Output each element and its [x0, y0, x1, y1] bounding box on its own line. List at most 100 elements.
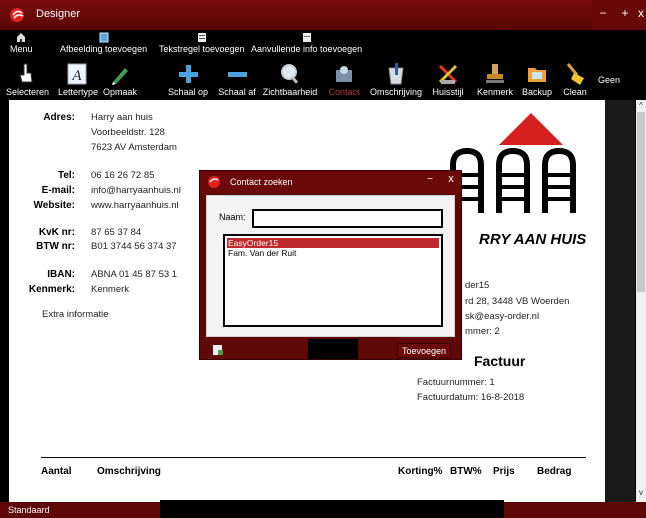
dialog-minimize-button[interactable]: −: [422, 174, 438, 190]
menu-button[interactable]: Menu: [10, 32, 33, 54]
scale-up-label: Schaal op: [167, 87, 209, 97]
tel-value: 06 16 26 72 85: [91, 170, 155, 181]
title-bar: Designer − + x: [0, 0, 646, 30]
kvk-label: KvK nr:: [38, 227, 75, 238]
add-text-line-button[interactable]: Tekstregel toevoegen: [159, 32, 245, 54]
add-image-button[interactable]: Afbeelding toevoegen: [60, 32, 147, 54]
broom-icon: [566, 63, 584, 85]
format-tool[interactable]: Opmaak: [100, 60, 140, 100]
iban-label: IBAN:: [47, 269, 75, 280]
stamp-icon: [486, 64, 504, 83]
header-korting: Korting%: [398, 466, 443, 477]
font-tool[interactable]: A Lettertype: [58, 60, 99, 100]
cup-icon: [388, 63, 404, 85]
clean-tool[interactable]: Clean: [560, 60, 590, 100]
menu-bar: Menu Afbeelding toevoegen Tekstregel toe…: [0, 30, 646, 60]
address-line-3: 7623 AV Amsterdam: [91, 142, 177, 153]
clean-label: Clean: [563, 87, 587, 97]
invoice-number: Factuurnummer: 1: [417, 377, 495, 388]
description-tool[interactable]: Omschrijving: [370, 60, 422, 100]
scale-up-tool[interactable]: Schaal op: [166, 60, 210, 100]
add-contact-icon[interactable]: [212, 344, 224, 356]
recipient-line-1: der15: [465, 280, 490, 291]
scroll-thumb[interactable]: [637, 112, 645, 292]
select-tool-label: Selecteren: [6, 87, 50, 97]
close-button[interactable]: x: [636, 0, 646, 30]
toolbar: Selecteren A Lettertype Opmaak Schaal op…: [0, 60, 646, 100]
contact-label: Contact: [328, 87, 360, 97]
app-logo-icon: [10, 8, 24, 22]
reference-label: Kenmerk: [476, 87, 513, 97]
minus-icon: [228, 72, 247, 77]
email-value: info@harryaanhuis.nl: [91, 185, 181, 196]
iban-value: ABNA 01 45 87 53 1: [91, 269, 178, 280]
hand-pointer-icon: [19, 63, 33, 83]
style-label: Huisstijl: [432, 87, 464, 97]
contact-icon: [336, 66, 352, 82]
scroll-up-icon[interactable]: ^: [636, 101, 646, 110]
recipient-line-2: rd 28, 3448 VB Woerden: [465, 296, 570, 307]
kvk-value: 87 65 37 84: [91, 227, 142, 238]
invoice-date: Factuurdatum: 16-8-2018: [417, 392, 525, 403]
home-icon: [17, 33, 26, 42]
add-button[interactable]: Toevoegen: [397, 343, 451, 358]
logo-text: RRY AAN HUIS: [479, 231, 587, 248]
name-search-input[interactable]: [252, 209, 443, 228]
recipient-line-3: sk@easy-order.nl: [465, 311, 540, 322]
folder-icon: [528, 68, 546, 82]
vertical-scrollbar[interactable]: ^ v: [636, 100, 646, 502]
backup-tool[interactable]: Backup: [520, 60, 554, 100]
contact-list-item[interactable]: Fam. Van der Ruit: [227, 248, 439, 258]
address-line-2: Voorbeeldstr. 128: [91, 127, 165, 138]
minimize-button[interactable]: −: [592, 0, 614, 30]
company-logo: [450, 113, 576, 213]
address-label: Adres:: [43, 112, 75, 123]
address-line-1: Harry aan huis: [91, 112, 153, 123]
scroll-down-icon[interactable]: v: [636, 488, 646, 497]
visibility-tool[interactable]: Zichtbaarheid: [262, 60, 318, 100]
visibility-label: Zichtbaarheid: [262, 87, 318, 97]
pen-icon: [112, 68, 128, 85]
add-info-label: Aanvullende info toevoegen: [251, 44, 363, 54]
page-gutter: [605, 100, 635, 502]
contact-list-item[interactable]: EasyOrder15: [227, 238, 439, 248]
contact-tool[interactable]: Contact: [326, 60, 362, 100]
website-label: Website:: [33, 200, 76, 211]
backup-label: Backup: [521, 87, 553, 97]
website-value: www.harryaanhuis.nl: [91, 200, 179, 211]
contact-list[interactable]: EasyOrder15 Fam. Van der Ruit: [223, 234, 443, 327]
magnifier-icon: [281, 64, 299, 84]
format-tool-label: Opmaak: [102, 87, 137, 97]
dialog-logo-icon: [208, 176, 220, 188]
svg-text:A: A: [71, 68, 82, 84]
recipient-line-4: mmer: 2: [465, 326, 500, 337]
status-panel: [160, 500, 504, 518]
header-omschrijving: Omschrijving: [97, 466, 161, 477]
scale-down-label: Schaal af: [218, 87, 256, 97]
style-tool[interactable]: Huisstijl: [428, 60, 468, 100]
plus-icon: [179, 65, 198, 83]
image-icon: [99, 32, 109, 43]
add-image-label: Afbeelding toevoegen: [60, 44, 148, 54]
btw-value: B01 3744 56 374 37: [91, 241, 177, 252]
select-tool[interactable]: Selecteren: [6, 60, 50, 100]
add-info-button[interactable]: Aanvullende info toevoegen: [251, 32, 362, 54]
dialog-title-bar: Contact zoeken − x: [200, 171, 461, 193]
scale-down-tool[interactable]: Schaal af: [216, 60, 258, 100]
text-line-icon: [197, 33, 206, 42]
reference-tool[interactable]: Kenmerk: [474, 60, 516, 100]
window-title: Designer: [36, 8, 81, 20]
dialog-status-panel: [308, 339, 358, 359]
header-bedrag: Bedrag: [537, 466, 572, 477]
dialog-close-button[interactable]: x: [444, 173, 458, 189]
status-text: Standaard: [8, 505, 50, 515]
maximize-button[interactable]: +: [614, 0, 636, 30]
reference-field-label: Kenmerk:: [28, 284, 75, 295]
document-icon: [302, 33, 311, 42]
tel-label: Tel:: [57, 170, 75, 181]
font-tool-label: Lettertype: [58, 87, 99, 97]
header-prijs: Prijs: [493, 466, 515, 477]
font-icon: A: [67, 63, 87, 85]
name-label: Naam:: [219, 212, 246, 222]
email-label: E-mail:: [41, 185, 75, 196]
